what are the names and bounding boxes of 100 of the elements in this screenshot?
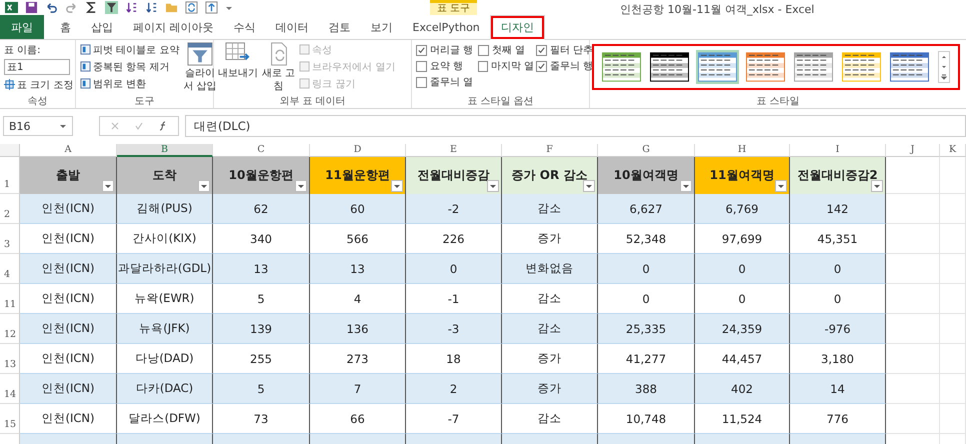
table-icon bbox=[80, 78, 91, 89]
table-cell: 3,180 bbox=[790, 344, 886, 374]
table-cell: 255 bbox=[213, 344, 310, 374]
table-cell: 0 bbox=[598, 284, 695, 314]
ribbon-tab[interactable]: 검토 bbox=[318, 15, 360, 39]
table-cell: 0 bbox=[406, 254, 502, 284]
filter-dropdown-icon[interactable] bbox=[102, 180, 114, 192]
column-header[interactable]: B bbox=[117, 144, 213, 157]
ribbon-tab[interactable]: 보기 bbox=[360, 15, 402, 39]
name-box[interactable]: B16 bbox=[3, 116, 73, 136]
save-icon[interactable] bbox=[25, 1, 38, 14]
sum-icon[interactable] bbox=[85, 1, 98, 14]
filter-dropdown-icon[interactable] bbox=[295, 180, 307, 192]
table-style-swatch[interactable] bbox=[648, 50, 691, 84]
excel-logo-icon[interactable] bbox=[5, 1, 18, 14]
table-style-swatch[interactable] bbox=[600, 50, 643, 84]
filter-dropdown-icon[interactable] bbox=[583, 180, 595, 192]
ribbon-tab[interactable]: 디자인 bbox=[490, 15, 545, 40]
empty-cell bbox=[940, 314, 966, 344]
table-cell: 73 bbox=[213, 404, 310, 434]
refresh-icon[interactable] bbox=[185, 1, 198, 14]
ribbon-tab[interactable]: 홈 bbox=[50, 15, 81, 39]
column-header[interactable]: K bbox=[940, 144, 966, 157]
context-tab-label: 표 도구 bbox=[430, 0, 477, 15]
checkbox[interactable] bbox=[478, 60, 488, 72]
table-cell: 0 bbox=[790, 254, 886, 284]
column-header[interactable]: D bbox=[310, 144, 406, 157]
filter-dropdown-icon[interactable] bbox=[391, 180, 403, 192]
table-style-swatch[interactable] bbox=[888, 50, 931, 84]
table-header-cell: 11월운항편 bbox=[310, 157, 406, 194]
undo-icon[interactable] bbox=[45, 1, 58, 14]
table-style-swatch[interactable] bbox=[840, 50, 883, 84]
checkbox-label: 요약 행 bbox=[430, 60, 464, 73]
formula-field[interactable]: 대련(DLC) bbox=[185, 115, 966, 137]
column-header[interactable]: H bbox=[695, 144, 790, 157]
ribbon-command[interactable]: 중복된 항목 제거 bbox=[80, 59, 180, 74]
checkbox[interactable] bbox=[416, 44, 427, 56]
table-cell: 66 bbox=[310, 404, 406, 434]
table-cell: 776 bbox=[790, 404, 886, 434]
column-header[interactable]: A bbox=[20, 144, 117, 157]
table-cell: -3 bbox=[406, 314, 502, 344]
column-header[interactable]: C bbox=[213, 144, 310, 157]
table-cell: 5 bbox=[213, 374, 310, 404]
table-cell: 김해(PUS) bbox=[116, 194, 213, 224]
export-button[interactable]: 내보내기 bbox=[218, 42, 258, 94]
table-style-swatch[interactable] bbox=[744, 50, 787, 84]
table-cell: -976 bbox=[790, 314, 886, 344]
column-header[interactable]: E bbox=[406, 144, 502, 157]
filter-dropdown-icon[interactable] bbox=[198, 180, 210, 192]
column-header[interactable]: I bbox=[790, 144, 886, 157]
ribbon-tab[interactable]: 데이터 bbox=[266, 15, 318, 39]
table-cell: 0 bbox=[695, 254, 790, 284]
table-header-cell: 11월여객명 bbox=[695, 157, 790, 194]
table-cell: 0 bbox=[598, 254, 695, 284]
check-icon[interactable] bbox=[134, 121, 144, 131]
table-cell: -1 bbox=[406, 284, 502, 314]
table-cell: 증가 bbox=[502, 374, 598, 404]
table-style-swatch[interactable] bbox=[792, 50, 835, 84]
table-name-label: 표 이름: bbox=[4, 44, 42, 57]
column-header[interactable]: J bbox=[886, 144, 940, 157]
table-cell: 25,335 bbox=[598, 314, 695, 344]
table-cell: 0 bbox=[695, 284, 790, 314]
column-header[interactable]: G bbox=[598, 144, 695, 157]
group-label: 외부 표 데이터 bbox=[278, 95, 347, 108]
table-cell: 간사이(KIX) bbox=[116, 224, 213, 254]
filter-dropdown-icon[interactable] bbox=[775, 180, 787, 192]
filter-icon[interactable] bbox=[105, 1, 118, 14]
table-name-field[interactable]: 표1 bbox=[4, 59, 70, 75]
more-icon[interactable] bbox=[939, 72, 949, 82]
column-header[interactable]: F bbox=[502, 144, 598, 157]
table-style-swatch[interactable] bbox=[696, 50, 739, 84]
function-icon[interactable] bbox=[158, 121, 168, 131]
filter-dropdown-icon[interactable] bbox=[680, 180, 692, 192]
filter-dropdown-icon[interactable] bbox=[487, 180, 499, 192]
table-cell: 인천(ICN) bbox=[20, 194, 117, 224]
ribbon-tab[interactable]: 페이지 레이아웃 bbox=[123, 15, 224, 39]
checkbox[interactable] bbox=[478, 44, 489, 56]
checkbox-label: 줄무늬 열 bbox=[430, 76, 474, 89]
table-cell: 41,277 bbox=[598, 344, 695, 374]
checkbox[interactable] bbox=[536, 44, 547, 56]
table-cell: 226 bbox=[406, 224, 502, 254]
table-cell: 60 bbox=[310, 194, 406, 224]
table-cell: 13 bbox=[213, 254, 310, 284]
table-cell: 402 bbox=[695, 374, 790, 404]
resize-table-button[interactable]: 표 크기 조정 bbox=[4, 77, 71, 92]
table-cell: 4 bbox=[310, 284, 406, 314]
ribbon-command[interactable]: 피벗 테이블로 요약 bbox=[80, 42, 180, 57]
ribbon-tab[interactable]: 삽입 bbox=[81, 15, 123, 39]
insert-slicer-button[interactable]: 슬라이 서 삽입 bbox=[183, 42, 217, 94]
checkbox[interactable] bbox=[536, 60, 547, 72]
table-cell: 52,348 bbox=[598, 224, 695, 254]
ribbon-tab[interactable]: ExcelPython bbox=[402, 15, 490, 39]
checkbox[interactable] bbox=[416, 76, 427, 88]
table-cell: 13 bbox=[310, 254, 406, 284]
ribbon-tab[interactable]: 파일 bbox=[0, 15, 44, 39]
checkbox[interactable] bbox=[416, 60, 427, 72]
ribbon-tab[interactable]: 수식 bbox=[224, 15, 266, 39]
ribbon-command[interactable]: 범위로 변환 bbox=[80, 76, 180, 91]
filter-dropdown-icon[interactable] bbox=[871, 180, 883, 192]
refresh-button[interactable]: 새로 고 침 bbox=[262, 42, 296, 94]
